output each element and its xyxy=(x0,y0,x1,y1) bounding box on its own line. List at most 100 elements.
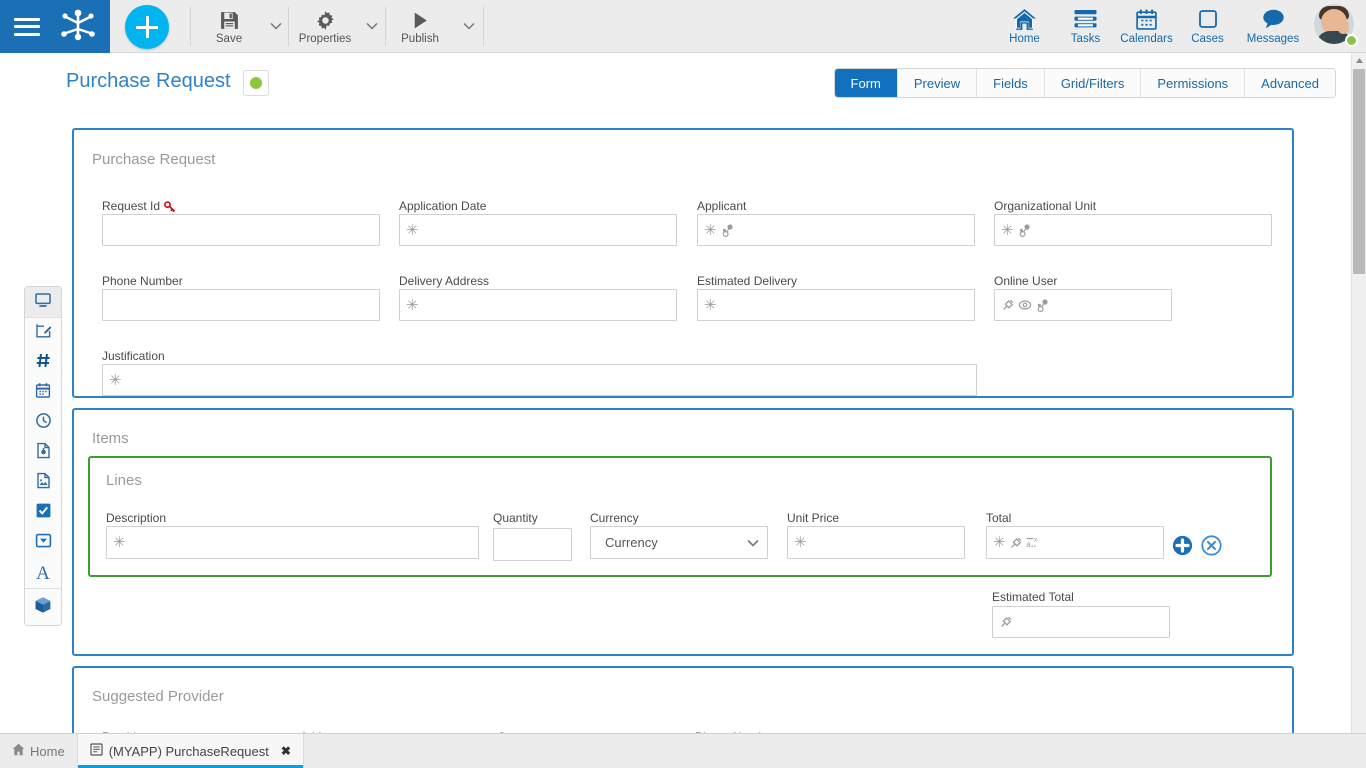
tool-letter-a[interactable]: A xyxy=(25,558,61,588)
tool-text-edit[interactable] xyxy=(25,318,61,348)
scrollbar-thumb[interactable] xyxy=(1353,69,1365,274)
required-icon: ✳ xyxy=(1001,221,1014,239)
screen-icon xyxy=(34,292,52,313)
taskbar-tab-purchaserequest[interactable]: (MYAPP) PurchaseRequest ✖ xyxy=(76,734,304,768)
status-badge xyxy=(1345,34,1358,47)
required-icon: ✳ xyxy=(406,296,419,314)
label-online-user: Online User xyxy=(994,274,1058,288)
tool-cube[interactable] xyxy=(25,589,61,625)
toolbar-divider xyxy=(190,7,191,46)
text-edit-icon xyxy=(35,322,52,344)
input-justification[interactable]: ✳ xyxy=(102,364,977,396)
save-label: Save xyxy=(215,33,243,45)
user-avatar[interactable] xyxy=(1314,4,1358,48)
nav-calendars-label: Calendars xyxy=(1120,33,1173,45)
save-caret-icon[interactable] xyxy=(266,16,286,36)
home-icon xyxy=(12,743,25,759)
cube-icon xyxy=(34,596,52,619)
tool-document[interactable] xyxy=(25,438,61,468)
input-request-id[interactable] xyxy=(102,214,380,246)
properties-button[interactable]: Properties xyxy=(292,4,358,50)
tab-form[interactable]: Form xyxy=(834,69,898,97)
nav-messages-label: Messages xyxy=(1246,33,1300,45)
close-icon[interactable]: ✖ xyxy=(281,744,291,758)
calculated-field-icon: a x xyxy=(1026,536,1041,549)
input-application-date[interactable]: ✳ xyxy=(399,214,677,246)
nav-tasks[interactable]: Tasks xyxy=(1055,2,1116,50)
label-request-id: Request Id xyxy=(102,199,176,213)
number-hash-icon xyxy=(35,352,52,374)
tool-image[interactable] xyxy=(25,468,61,498)
publish-button[interactable]: Publish xyxy=(392,4,448,50)
tool-clock[interactable] xyxy=(25,408,61,438)
input-total[interactable]: ✳ a x xyxy=(986,526,1164,559)
svg-text:a: a xyxy=(1026,540,1031,549)
form-doc-icon xyxy=(90,743,103,759)
tasks-icon xyxy=(1073,7,1098,31)
input-applicant[interactable]: ✳ xyxy=(697,214,975,246)
publish-caret-icon[interactable] xyxy=(459,16,479,36)
form-canvas: Purchase Request Request Id Application … xyxy=(68,110,1298,735)
label-currency: Currency xyxy=(590,511,639,525)
subsection-lines: Lines Description ✳ Quantity Currency Cu… xyxy=(88,456,1272,577)
nav-messages[interactable]: Messages xyxy=(1238,2,1308,50)
label-delivery-address: Delivery Address xyxy=(399,274,490,288)
input-phone-number[interactable] xyxy=(102,289,380,321)
label-applicant: Applicant xyxy=(697,199,747,213)
bonita-bird-logo[interactable] xyxy=(56,7,100,47)
play-icon xyxy=(410,9,431,31)
input-quantity[interactable] xyxy=(493,528,572,561)
nav-cases-label: Cases xyxy=(1191,33,1224,45)
select-currency-value: Currency xyxy=(605,535,658,550)
remove-row-button[interactable] xyxy=(1201,535,1222,556)
input-delivery-address[interactable]: ✳ xyxy=(399,289,677,321)
relation-icon xyxy=(1035,298,1049,312)
add-row-button[interactable] xyxy=(1172,535,1193,556)
section-purchase-request: Purchase Request Request Id Application … xyxy=(72,128,1294,398)
required-icon: ✳ xyxy=(704,221,717,239)
application-window: Save Properties Publish Home Tasks Calen… xyxy=(0,0,1366,768)
global-nav: Home Tasks Calendars Cases Messages xyxy=(994,2,1358,52)
input-online-user[interactable] xyxy=(994,289,1172,321)
save-button[interactable]: Save xyxy=(206,4,252,50)
tool-checkbox[interactable] xyxy=(25,498,61,528)
add-button[interactable] xyxy=(125,5,169,49)
label-estimated-total: Estimated Total xyxy=(992,590,1074,604)
input-unit-price[interactable]: ✳ xyxy=(787,526,965,559)
tool-calendar[interactable] xyxy=(25,378,61,408)
taskbar-home-button[interactable]: Home xyxy=(0,734,77,768)
input-estimated-total[interactable] xyxy=(992,606,1170,638)
document-icon xyxy=(36,442,51,464)
svg-text:x: x xyxy=(1034,537,1038,544)
vertical-scrollbar[interactable] xyxy=(1351,53,1366,747)
input-description[interactable]: ✳ xyxy=(106,526,479,559)
relation-icon xyxy=(720,223,734,237)
hamburger-icon[interactable] xyxy=(14,17,40,36)
page-status-indicator xyxy=(243,70,269,96)
section-items: Items Lines Description ✳ Quantity Curre… xyxy=(72,408,1294,656)
tab-preview[interactable]: Preview xyxy=(897,69,978,97)
section-title-suggested-provider: Suggested Provider xyxy=(92,688,224,705)
tab-advanced[interactable]: Advanced xyxy=(1245,69,1335,97)
tab-fields[interactable]: Fields xyxy=(977,69,1045,97)
calendar-icon xyxy=(35,382,51,404)
caret-up-icon[interactable] xyxy=(1352,53,1366,68)
properties-caret-icon[interactable] xyxy=(362,16,382,36)
tool-screen[interactable] xyxy=(25,287,61,317)
nav-calendars[interactable]: Calendars xyxy=(1116,2,1177,50)
required-icon: ✳ xyxy=(406,221,419,239)
required-icon: ✳ xyxy=(993,534,1006,551)
section-title-items: Items xyxy=(92,430,129,447)
taskbar-home-label: Home xyxy=(30,743,65,759)
tab-permissions[interactable]: Permissions xyxy=(1141,69,1246,97)
input-organizational-unit[interactable]: ✳ xyxy=(994,214,1272,246)
nav-home[interactable]: Home xyxy=(994,2,1055,50)
tool-dropdown[interactable] xyxy=(25,528,61,558)
nav-cases[interactable]: Cases xyxy=(1177,2,1238,50)
tool-number[interactable] xyxy=(25,348,61,378)
input-estimated-delivery[interactable]: ✳ xyxy=(697,289,975,321)
readonly-eye-icon xyxy=(1018,299,1032,311)
tab-grid-filters[interactable]: Grid/Filters xyxy=(1044,69,1142,97)
required-icon: ✳ xyxy=(113,534,126,551)
select-currency[interactable]: Currency xyxy=(590,526,768,559)
